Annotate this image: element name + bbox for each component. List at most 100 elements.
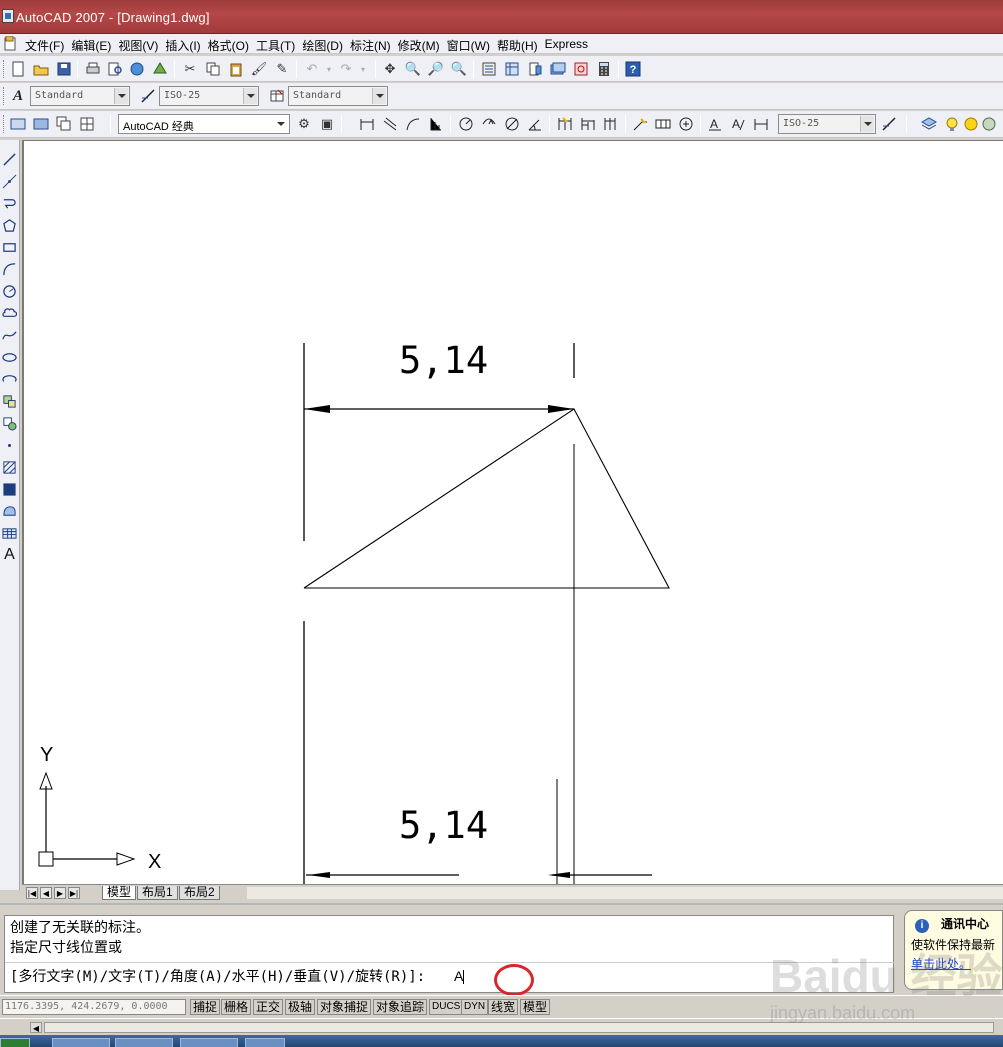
zoom-previous-icon[interactable]: 🔍 — [450, 60, 468, 78]
open-icon[interactable] — [32, 60, 50, 78]
region-icon[interactable] — [1, 502, 18, 520]
taskbar-button-2[interactable] — [115, 1038, 173, 1047]
command-prompt[interactable]: [多行文字(M)/文字(T)/角度(A)/水平(H)/垂直(V)/旋转(R)]:… — [10, 966, 465, 986]
start-button[interactable] — [0, 1038, 30, 1047]
markup-set-icon[interactable] — [572, 60, 590, 78]
polar-toggle[interactable]: 极轴 — [285, 999, 316, 1015]
drawing-canvas[interactable]: 5,14 5,14 Y X — [22, 140, 1003, 884]
layer-lock-icon[interactable] — [980, 115, 998, 133]
menu-draw[interactable]: 绘图(D) — [301, 37, 349, 54]
menu-dimension[interactable]: 标注(N) — [349, 37, 397, 54]
spline-icon[interactable] — [1, 326, 18, 344]
plot-icon[interactable] — [84, 60, 102, 78]
workspace-layout-icon[interactable] — [78, 115, 96, 133]
workspace-save-icon[interactable] — [32, 115, 50, 133]
last-tab-button[interactable]: ▶| — [68, 887, 80, 899]
table-icon[interactable] — [1, 524, 18, 542]
workspace-settings-icon[interactable] — [9, 115, 27, 133]
otrack-toggle[interactable]: 对象追踪 — [373, 999, 428, 1015]
next-tab-button[interactable]: ▶ — [54, 887, 66, 899]
polyline-icon[interactable] — [1, 194, 18, 212]
redo-dropdown-icon[interactable]: ▾ — [354, 60, 372, 78]
menu-modify[interactable]: 修改(M) — [397, 37, 446, 54]
layer-manager-icon[interactable] — [920, 115, 938, 133]
undo-dropdown-icon[interactable]: ▾ — [320, 60, 338, 78]
block-editor-icon[interactable]: ✎ — [273, 60, 291, 78]
paste-icon[interactable] — [227, 60, 245, 78]
redo-icon[interactable]: ↷ — [337, 60, 355, 78]
line-icon[interactable] — [1, 150, 18, 168]
menu-tools[interactable]: 工具(T) — [255, 37, 301, 54]
jogged-dimension-icon[interactable] — [480, 115, 498, 133]
drawing-svg[interactable]: 5,14 5,14 Y X — [24, 141, 1003, 884]
tool-palettes-icon[interactable] — [526, 60, 544, 78]
zoom-realtime-icon[interactable]: 🔍 — [404, 60, 422, 78]
dim-style-combo[interactable]: ISO-25 — [159, 86, 259, 106]
coordinate-display[interactable]: 1176.3395, 424.2679, 0.0000 — [2, 999, 186, 1015]
revision-cloud-icon[interactable] — [1, 304, 18, 322]
taskbar-button-3[interactable] — [180, 1038, 238, 1047]
menu-file[interactable]: 文件(F) — [24, 37, 70, 54]
help-icon[interactable]: ? — [624, 60, 642, 78]
scroll-left-button[interactable]: ◀ — [30, 1022, 42, 1033]
workspace-lock-icon[interactable]: ▣ — [318, 115, 336, 133]
ordinate-dimension-icon[interactable] — [427, 115, 445, 133]
ortho-toggle[interactable]: 正交 — [253, 999, 284, 1015]
linear-dimension-icon[interactable] — [358, 115, 376, 133]
menu-format[interactable]: 格式(O) — [207, 37, 255, 54]
copy-icon[interactable] — [204, 60, 222, 78]
quick-dimension-icon[interactable] — [556, 115, 574, 133]
properties-icon[interactable] — [480, 60, 498, 78]
tab-model[interactable]: 模型 — [102, 886, 137, 900]
snap-toggle[interactable]: 捕捉 — [190, 999, 221, 1015]
command-input-value[interactable]: A — [454, 968, 463, 984]
first-tab-button[interactable]: |◀ — [26, 887, 38, 899]
toolbar-grip[interactable] — [3, 87, 6, 105]
osnap-toggle[interactable]: 对象捕捉 — [317, 999, 372, 1015]
arc-icon[interactable] — [1, 260, 18, 278]
layer-on-bulb-icon[interactable] — [943, 115, 961, 133]
tab-layout1[interactable]: 布局1 — [137, 886, 178, 900]
radius-dimension-icon[interactable] — [457, 115, 475, 133]
tab-layout2[interactable]: 布局2 — [179, 886, 220, 900]
ellipse-icon[interactable] — [1, 348, 18, 366]
dimension-style-icon[interactable] — [880, 115, 898, 133]
prev-tab-button[interactable]: ◀ — [40, 887, 52, 899]
match-properties-icon[interactable]: 🖌 — [250, 60, 268, 78]
menu-express[interactable]: Express — [544, 37, 594, 54]
quickcalc-icon[interactable] — [595, 60, 613, 78]
tolerance-icon[interactable] — [654, 115, 672, 133]
table-style-combo[interactable]: Standard — [288, 86, 388, 106]
menu-insert[interactable]: 插入(I) — [164, 37, 206, 54]
sheet-set-icon[interactable] — [549, 60, 567, 78]
undo-icon[interactable]: ↶ — [303, 60, 321, 78]
gradient-icon[interactable] — [1, 480, 18, 498]
dim-style-icon[interactable] — [139, 87, 157, 105]
menu-view[interactable]: 视图(V) — [117, 37, 164, 54]
layer-freeze-sun-icon[interactable] — [962, 115, 980, 133]
dimension-style-combo[interactable]: ISO-25 — [778, 114, 876, 134]
make-block-icon[interactable] — [1, 414, 18, 432]
horizontal-scrollbar[interactable] — [247, 887, 1003, 899]
document-icon[interactable] — [4, 36, 18, 51]
publish-icon[interactable] — [128, 60, 146, 78]
text-style-icon[interactable]: A — [9, 87, 27, 105]
dimension-text-edit-icon[interactable]: A — [729, 115, 747, 133]
dimension-edit-icon[interactable]: A — [706, 115, 724, 133]
angular-dimension-icon[interactable] — [526, 115, 544, 133]
pan-icon[interactable]: ✥ — [381, 60, 399, 78]
plot-preview-icon[interactable] — [106, 60, 124, 78]
continue-dimension-icon[interactable] — [602, 115, 620, 133]
menu-edit[interactable]: 编辑(E) — [70, 37, 117, 54]
arc-length-icon[interactable] — [404, 115, 422, 133]
design-center-icon[interactable] — [503, 60, 521, 78]
dyn-toggle[interactable]: DYN — [461, 999, 489, 1015]
ellipse-arc-icon[interactable] — [1, 370, 18, 388]
cut-icon[interactable]: ✂ — [181, 60, 199, 78]
toolbar-grip[interactable] — [3, 115, 6, 133]
multiline-text-icon[interactable]: A — [1, 546, 18, 564]
hatch-icon[interactable] — [1, 458, 18, 476]
taskbar-button-1[interactable] — [52, 1038, 110, 1047]
new-icon[interactable] — [9, 60, 27, 78]
lineweight-toggle[interactable]: 线宽 — [488, 999, 519, 1015]
